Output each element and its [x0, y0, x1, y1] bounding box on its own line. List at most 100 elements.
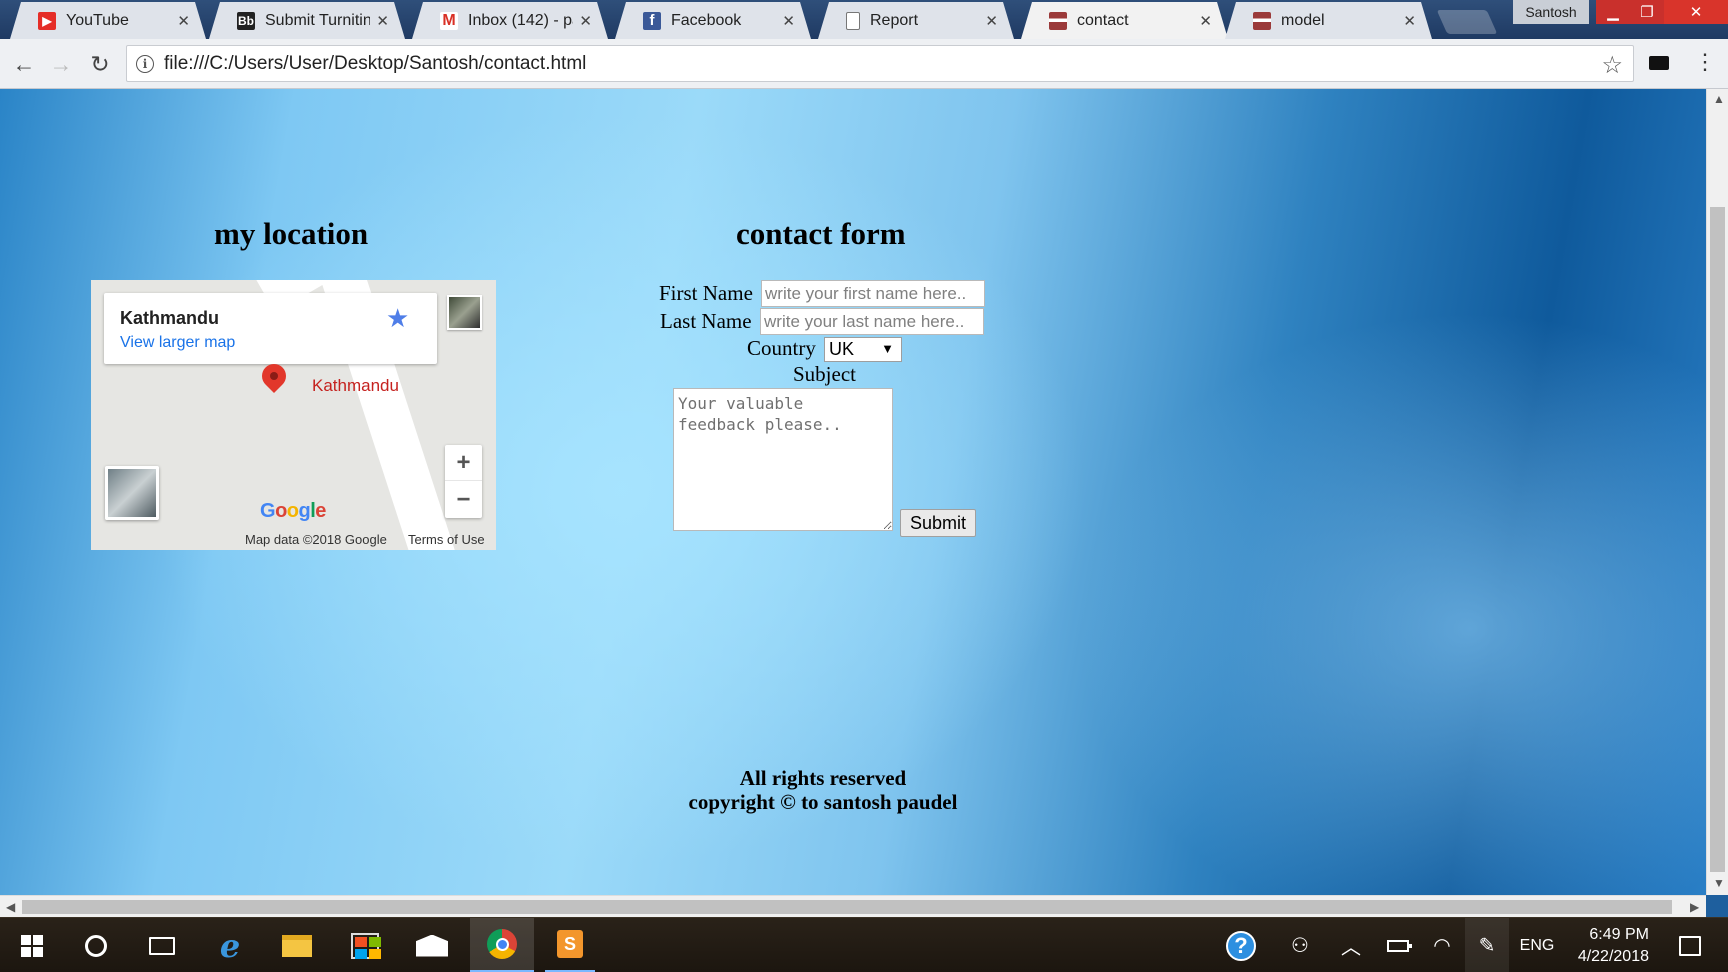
people-icon: ⚇ — [1291, 935, 1309, 957]
satellite-toggle-button[interactable] — [105, 466, 159, 520]
people-button[interactable]: ⚇ — [1282, 918, 1318, 972]
back-icon[interactable]: ← — [8, 48, 40, 80]
close-icon[interactable]: ✕ — [376, 12, 389, 30]
document-icon — [846, 12, 860, 30]
page-icon — [1049, 12, 1067, 30]
scroll-down-icon[interactable]: ▼ — [1713, 876, 1725, 890]
language-indicator[interactable]: ENG — [1513, 918, 1561, 972]
minimize-button[interactable]: ▁ — [1596, 0, 1630, 24]
pen-icon: ✎ — [1478, 935, 1496, 957]
embedded-map[interactable]: Kathmandu View larger map ★ Kathmandu + … — [91, 280, 496, 550]
vertical-scrollbar[interactable]: ▲ ▼ — [1706, 89, 1728, 895]
start-button[interactable] — [10, 918, 54, 972]
show-hidden-icons-button[interactable]: ︿ — [1336, 918, 1366, 972]
street-view-thumbnail[interactable] — [447, 295, 482, 330]
clock-time: 6:49 PM — [1589, 925, 1649, 943]
clock-date: 4/22/2018 — [1577, 947, 1649, 965]
country-selected-value: UK — [829, 339, 855, 359]
blackboard-icon: Bb — [238, 13, 254, 28]
close-icon[interactable]: ✕ — [1199, 12, 1212, 30]
close-icon[interactable]: ✕ — [782, 12, 795, 30]
horizontal-scrollbar[interactable]: ◀ ▶ — [0, 895, 1706, 917]
restore-button[interactable]: ❐ — [1630, 0, 1664, 24]
close-icon[interactable]: ✕ — [985, 12, 998, 30]
scroll-thumb[interactable] — [1710, 207, 1725, 872]
chrome-icon — [487, 929, 517, 959]
help-icon: ? — [1226, 930, 1256, 961]
gmail-icon: M — [440, 12, 458, 30]
edge-icon: e — [219, 926, 241, 965]
window-close-button[interactable]: ✕ — [1664, 0, 1728, 24]
task-view-button[interactable] — [140, 918, 184, 972]
terms-of-use-link[interactable]: Terms of Use — [408, 532, 485, 547]
scroll-up-icon[interactable]: ▲ — [1713, 92, 1725, 106]
cortana-button[interactable] — [74, 918, 118, 972]
chrome-button[interactable] — [470, 918, 534, 972]
sublime-icon: S — [557, 930, 583, 958]
url-text[interactable]: file:///C:/Users/User/Desktop/Santosh/co… — [164, 53, 586, 75]
scroll-right-icon[interactable]: ▶ — [1690, 900, 1699, 914]
scroll-left-icon[interactable]: ◀ — [6, 900, 15, 914]
battery-icon — [1387, 939, 1412, 952]
close-icon[interactable]: ✕ — [177, 12, 190, 30]
windows-logo-icon — [21, 934, 43, 957]
tab-model[interactable]: model ✕ — [1225, 2, 1432, 39]
mail-icon — [416, 934, 448, 957]
network-button[interactable]: ◠ — [1424, 918, 1460, 972]
subject-textarea[interactable] — [673, 388, 893, 531]
wifi-icon: ◠ — [1433, 935, 1451, 957]
country-label: Country — [747, 336, 816, 360]
save-star-icon[interactable]: ★ — [386, 303, 409, 334]
new-tab-button[interactable] — [1436, 10, 1498, 34]
clock[interactable]: 6:49 PM 4/22/2018 — [1563, 918, 1663, 972]
country-select[interactable]: UK ▼ — [824, 337, 902, 362]
info-icon[interactable]: i — [136, 54, 154, 73]
tab-contact[interactable]: contact ✕ — [1021, 2, 1228, 39]
tab-title: Inbox (142) - pau — [468, 11, 573, 29]
scroll-thumb[interactable] — [22, 900, 1672, 914]
tab-strip: ▶ YouTube ✕ Bb Submit Turnitin / ✕ M Inb… — [0, 0, 1728, 39]
last-name-label: Last Name — [660, 309, 752, 333]
zoom-in-button[interactable]: + — [445, 445, 482, 481]
tab-title: Report — [870, 11, 919, 29]
place-name: Kathmandu — [120, 308, 219, 328]
tab-report[interactable]: Report ✕ — [818, 2, 1014, 39]
reload-icon[interactable]: ↻ — [84, 48, 116, 80]
address-bar[interactable]: i file:///C:/Users/User/Desktop/Santosh/… — [126, 45, 1634, 82]
map-attribution: Map data ©2018 Google — [245, 532, 387, 547]
sublime-text-button[interactable]: S — [545, 918, 595, 972]
close-icon[interactable]: ✕ — [579, 12, 592, 30]
close-icon[interactable]: ✕ — [1403, 12, 1416, 30]
contact-heading: contact form — [736, 216, 906, 251]
forward-icon[interactable]: → — [45, 48, 77, 80]
submit-button[interactable]: Submit — [900, 509, 976, 537]
bookmark-star-icon[interactable]: ☆ — [1601, 51, 1623, 80]
extension-icon[interactable] — [1649, 56, 1669, 70]
chevron-up-icon: ︿ — [1341, 937, 1361, 959]
file-explorer-button[interactable] — [275, 918, 319, 972]
tab-turnitin[interactable]: Bb Submit Turnitin / ✕ — [209, 2, 405, 39]
tab-gmail[interactable]: M Inbox (142) - pau ✕ — [412, 2, 608, 39]
action-center-button[interactable] — [1668, 918, 1712, 972]
zoom-control: + − — [445, 445, 482, 518]
edge-button[interactable]: e — [208, 918, 252, 972]
footer-copyright: copyright © to santosh paudel — [688, 790, 958, 814]
store-button[interactable] — [343, 918, 387, 972]
zoom-out-button[interactable]: − — [445, 482, 482, 518]
tab-facebook[interactable]: f Facebook ✕ — [615, 2, 811, 39]
help-button[interactable]: ? — [1220, 918, 1262, 972]
first-name-label: First Name — [659, 281, 753, 305]
last-name-input[interactable] — [760, 308, 984, 335]
language-text: ENG — [1519, 936, 1555, 954]
notification-icon — [1679, 935, 1701, 956]
tab-youtube[interactable]: ▶ YouTube ✕ — [10, 2, 206, 39]
cortana-icon — [85, 934, 107, 957]
first-name-input[interactable] — [761, 280, 985, 307]
menu-icon[interactable]: ⋮ — [1694, 49, 1716, 75]
profile-button[interactable]: Santosh — [1513, 0, 1589, 24]
view-larger-map-link[interactable]: View larger map — [120, 334, 235, 352]
tab-title: Submit Turnitin / — [265, 11, 371, 29]
battery-button[interactable] — [1380, 918, 1416, 972]
mail-button[interactable] — [410, 918, 454, 972]
pen-workspace-button[interactable]: ✎ — [1465, 918, 1509, 972]
